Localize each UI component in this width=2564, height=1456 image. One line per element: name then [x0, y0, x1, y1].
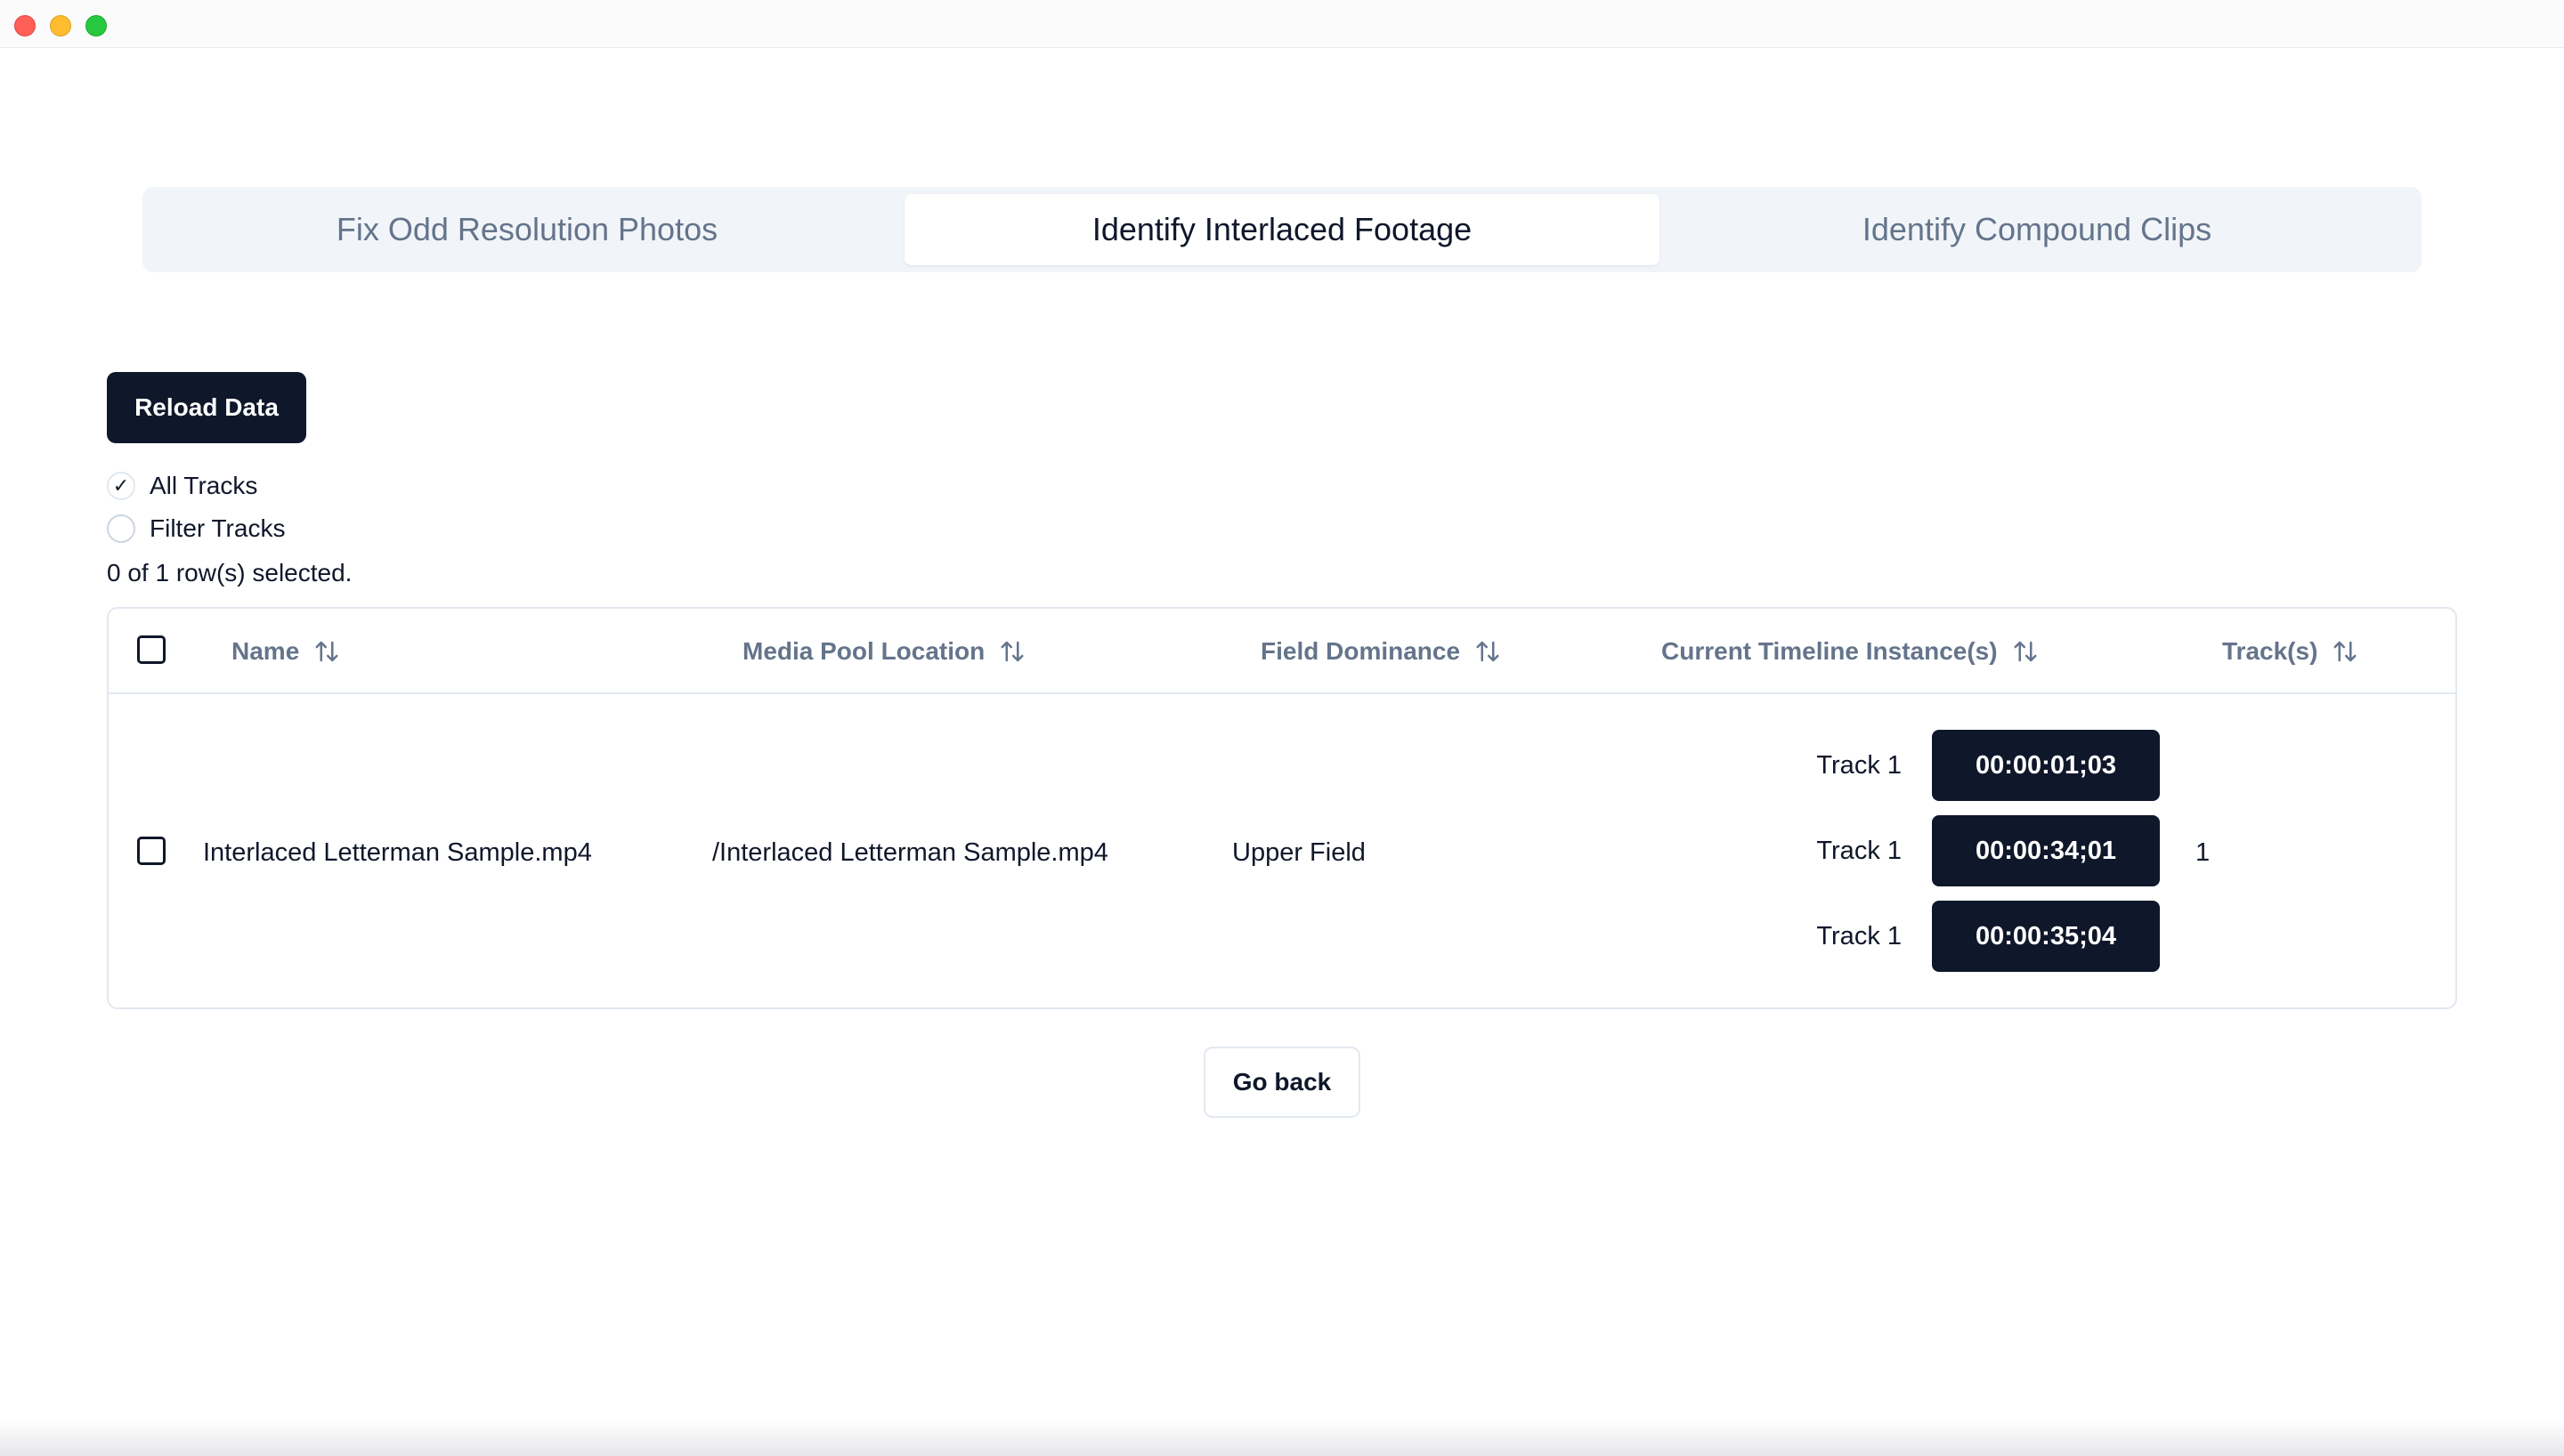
column-header-media-pool-location[interactable]: Media Pool Location	[742, 609, 1026, 694]
instance-track-label: Track 1	[1816, 836, 1902, 865]
radio-label-filter-tracks: Filter Tracks	[150, 514, 286, 542]
column-header-field-dominance[interactable]: Field Dominance	[1261, 609, 1501, 694]
column-header-current-timeline-instances[interactable]: Current Timeline Instance(s)	[1661, 609, 2039, 694]
sort-arrows-icon[interactable]	[999, 638, 1026, 665]
table-row[interactable]: Interlaced Letterman Sample.mp4 /Interla…	[109, 694, 2455, 1007]
radio-unchecked-indicator[interactable]	[107, 514, 135, 543]
timeline-instance: Track 1 00:00:34;01	[1711, 815, 2160, 886]
radio-all-tracks[interactable]: ✓ All Tracks	[107, 470, 257, 502]
app-window: Fix Odd Resolution Photos Identify Inter…	[0, 0, 2564, 1456]
tab-fix-odd-resolution-photos[interactable]: Fix Odd Resolution Photos	[150, 194, 905, 265]
tool-tabs: Fix Odd Resolution Photos Identify Inter…	[142, 187, 2422, 272]
reload-data-button[interactable]: Reload Data	[107, 372, 306, 443]
timeline-instance: Track 1 00:00:01;03	[1711, 730, 2160, 801]
radio-checked-indicator[interactable]: ✓	[107, 472, 135, 500]
title-bar	[0, 0, 2564, 48]
column-header-tracks[interactable]: Track(s)	[2222, 609, 2358, 694]
sort-arrows-icon[interactable]	[313, 638, 340, 665]
go-back-button[interactable]: Go back	[1204, 1047, 1360, 1118]
tab-identify-interlaced-footage[interactable]: Identify Interlaced Footage	[905, 194, 1659, 265]
instance-track-label: Track 1	[1816, 750, 1902, 780]
cell-tracks: 1	[2195, 837, 2211, 867]
radio-filter-tracks[interactable]: Filter Tracks	[107, 513, 285, 545]
column-header-name[interactable]: Name	[231, 609, 340, 694]
sort-arrows-icon[interactable]	[1474, 638, 1501, 665]
radio-label-all-tracks: All Tracks	[150, 472, 258, 499]
column-label: Media Pool Location	[742, 637, 986, 665]
column-label: Field Dominance	[1261, 637, 1461, 665]
timeline-instance: Track 1 00:00:35;04	[1711, 901, 2160, 972]
sort-arrows-icon[interactable]	[2332, 638, 2358, 665]
interlaced-footage-table: Name Media Pool Location Field Dominance…	[107, 607, 2457, 1009]
selection-status: 0 of 1 row(s) selected.	[107, 559, 353, 586]
cell-name: Interlaced Letterman Sample.mp4	[203, 837, 592, 867]
timecode-button[interactable]: 00:00:34;01	[1932, 815, 2160, 886]
column-label: Name	[231, 637, 300, 665]
tab-identify-compound-clips[interactable]: Identify Compound Clips	[1659, 194, 2414, 265]
maximize-window-button[interactable]	[85, 15, 107, 36]
column-label: Current Timeline Instance(s)	[1661, 637, 1998, 665]
window-bottom-edge	[0, 1420, 2564, 1456]
cell-field-dominance: Upper Field	[1232, 837, 1366, 867]
cell-media-pool-location: /Interlaced Letterman Sample.mp4	[712, 837, 1108, 867]
minimize-window-button[interactable]	[50, 15, 71, 36]
row-select-checkbox[interactable]	[137, 837, 166, 865]
column-label: Track(s)	[2222, 637, 2318, 665]
timecode-button[interactable]: 00:00:35;04	[1932, 901, 2160, 972]
table-header: Name Media Pool Location Field Dominance…	[109, 609, 2455, 694]
select-all-checkbox[interactable]	[137, 635, 166, 664]
instance-track-label: Track 1	[1816, 921, 1902, 950]
timecode-button[interactable]: 00:00:01;03	[1932, 730, 2160, 801]
close-window-button[interactable]	[14, 15, 36, 36]
sort-arrows-icon[interactable]	[2012, 638, 2039, 665]
